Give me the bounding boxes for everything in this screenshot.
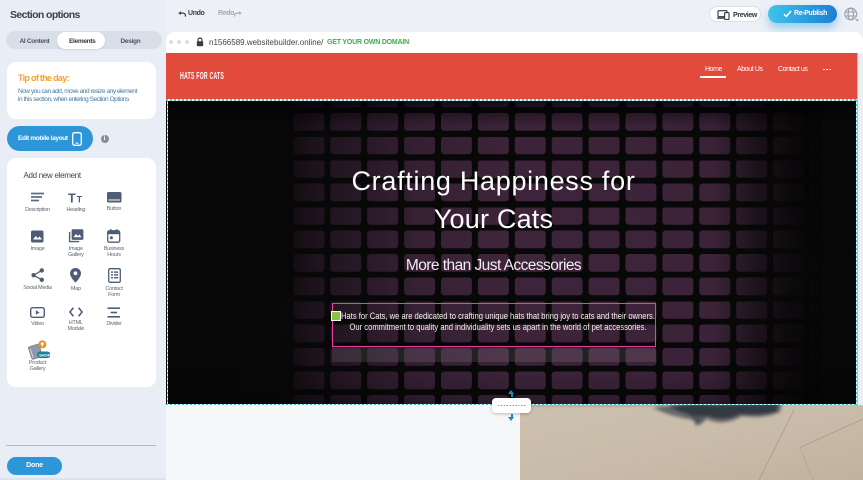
svg-text:T: T (77, 195, 83, 205)
svg-text:T: T (68, 192, 76, 204)
svg-text:SHOP: SHOP (39, 353, 50, 358)
